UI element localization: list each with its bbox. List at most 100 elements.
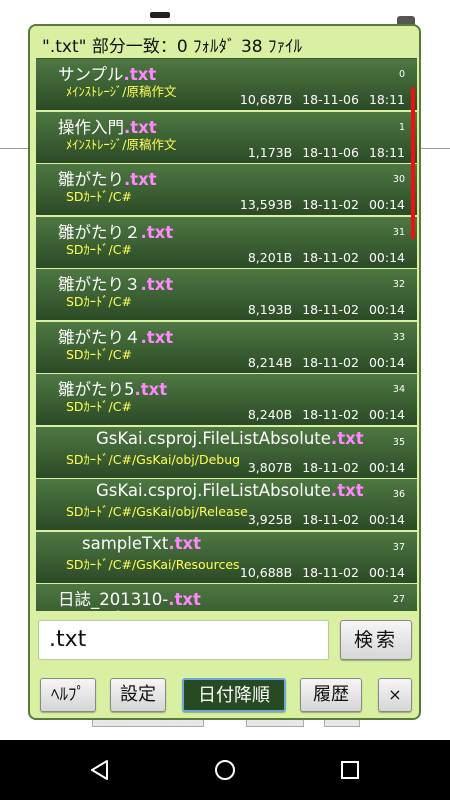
close-button[interactable]: × [378,678,412,712]
file-list-item[interactable]: GsKai.csproj.FileListAbsolute.txt SDｶｰﾄﾞ/… [36,479,417,530]
file-size: 3,925B [247,512,293,527]
file-info: 8,201B 18-11-02 00:14 [248,250,405,265]
file-date: 18-11-02 [302,407,359,422]
file-list-item[interactable]: 雛がたり２.txt SDｶｰﾄﾞ/C# 31 8,201B 18-11-02 00:14 [36,216,417,268]
file-extension: .txt [134,380,168,399]
file-size: 8,214B [247,354,293,370]
dialog-title: ".txt" 部分一致：0 ﾌｫﾙﾀﾞ 38 ﾌｧｲﾙ [42,37,302,57]
settings-button[interactable]: 設定 [110,678,166,712]
file-date: 18-11-02 [302,197,359,212]
file-list-item[interactable]: 日誌_201310-.txtﾒｲﾝｽﾄﾚｰｼﾞ/2427 [36,584,417,611]
file-time: 00:14 [368,407,405,422]
file-extension: .txt [168,533,201,553]
back-icon[interactable] [88,758,112,782]
file-date: 18-11-02 [302,302,359,317]
android-navigation-bar [0,740,450,800]
file-location: SDｶｰﾄﾞ/C#/GsKai/obj/Debug [66,451,241,467]
file-info: 13,593B 18-11-02 00:14 [240,197,405,212]
recents-icon[interactable] [338,758,362,782]
file-basename: sampleTxt [82,533,169,553]
file-size: 13,593B [239,197,293,212]
file-search-dialog: ".txt" 部分一致：0 ﾌｫﾙﾀﾞ 38 ﾌｧｲﾙ サンプル.txt ﾒｲﾝｽ… [28,24,421,720]
file-info: 8,240B 18-11-02 00:14 [248,407,405,422]
file-extension: .txt [330,428,364,448]
scrollbar[interactable] [411,87,415,239]
file-info: 10,687B 18-11-06 18:11 [240,92,405,107]
file-extension: .txt [140,275,174,294]
file-index: 27 [392,594,405,605]
file-size: 8,201B [247,249,293,265]
file-index: 33 [392,331,405,343]
file-date: 18-11-02 [302,512,359,527]
file-size: 10,688B [239,564,293,580]
file-info: 3,807B 18-11-02 00:14 [248,460,405,475]
file-location: SDｶｰﾄﾞ/C# [66,189,132,204]
file-date: 18-11-02 [302,354,359,370]
file-extension: .txt [330,481,364,500]
file-index: 34 [392,384,405,395]
file-info: 8,214B 18-11-02 00:14 [248,355,405,370]
file-time: 00:14 [368,512,405,527]
search-input[interactable]: .txt [38,620,329,660]
file-basename: GsKai.csproj.FileListAbsolute [96,428,331,448]
file-time: 00:14 [368,354,405,370]
file-date: 18-11-06 [302,144,359,160]
file-list-item[interactable]: GsKai.csproj.FileListAbsolute.txt SDｶｰﾄﾞ/… [36,426,417,478]
file-time: 18:11 [368,92,405,107]
file-info: 10,688B 18-11-02 00:14 [240,565,405,580]
file-date: 18-11-02 [302,459,359,475]
file-list-item[interactable]: 雛がたり5.txt SDｶｰﾄﾞ/C# 34 8,240B 18-11-02 00:14 [36,374,417,425]
file-location: ﾒｲﾝｽﾄﾚｰｼﾞ/24 [66,606,142,611]
file-list-item[interactable]: 雛がたり３.txt SDｶｰﾄﾞ/C# 32 8,193B 18-11-02 00:14 [36,269,417,320]
file-location: SDｶｰﾄﾞ/C# [66,399,132,414]
file-location: SDｶｰﾄﾞ/C# [66,241,132,257]
file-location: SDｶｰﾄﾞ/C#/GsKai/Resources [66,556,240,572]
file-extension: .txt [140,222,174,242]
file-info: 1,173B 18-11-06 18:11 [248,145,405,160]
file-info: 3,925B 18-11-02 00:14 [248,512,405,527]
file-list-item[interactable]: 操作入門.txt ﾒｲﾝｽﾄﾚｰｼﾞ/原稿作文 1 1,173B 18-11-06 18:… [36,111,417,163]
file-info: 8,193B 18-11-02 00:14 [248,302,405,317]
file-list[interactable]: サンプル.txt ﾒｲﾝｽﾄﾚｰｼﾞ/原稿作文 0 10,687B 18-11-06 18… [36,58,417,611]
file-list-item[interactable]: 雛がたり.txt SDｶｰﾄﾞ/C# 30 13,593B 18-11-02 00:14 [36,164,417,215]
sort-date-desc-button[interactable]: 日付降順 [182,678,286,712]
file-location: ﾒｲﾝｽﾄﾚｰｼﾞ/原稿作文 [66,84,177,99]
file-list-item[interactable]: サンプル.txt ﾒｲﾝｽﾄﾚｰｼﾞ/原稿作文 0 10,687B 18-11-06 18… [36,59,417,110]
file-name: GsKai.csproj.FileListAbsolute.txt [96,429,364,448]
file-list-item[interactable]: 雛がたり４.txt SDｶｰﾄﾞ/C# 33 8,214B 18-11-02 00:14 [36,321,417,373]
file-size: 8,193B [247,302,293,317]
file-time: 00:14 [368,302,405,317]
file-size: 1,173B [247,144,293,160]
history-button[interactable]: 履歴 [300,678,362,712]
file-list-item[interactable]: sampleTxt.txt SDｶｰﾄﾞ/C#/GsKai/Resources 37… [36,531,417,583]
file-location: SDｶｰﾄﾞ/C# [66,294,132,309]
file-index: 31 [392,226,405,238]
file-time: 00:14 [368,459,405,475]
file-size: 10,687B [239,92,293,107]
file-time: 18:11 [368,144,405,160]
background-element [150,12,170,18]
file-location: SDｶｰﾄﾞ/C# [66,346,132,362]
file-date: 18-11-06 [302,92,359,107]
file-location: SDｶｰﾄﾞ/C#/GsKai/obj/Release [66,504,248,519]
search-button[interactable]: 検索 [340,620,412,660]
home-icon[interactable] [213,758,237,782]
file-index: 37 [392,541,405,553]
background-divider [421,148,450,149]
file-extension: .txt [168,590,201,609]
file-date: 18-11-02 [302,249,359,265]
file-time: 00:14 [368,249,405,265]
file-extension: .txt [140,327,174,347]
help-button[interactable]: ﾍﾙﾌﾟ [40,678,96,712]
file-index: 35 [392,436,405,448]
file-index: 0 [398,69,405,80]
file-size: 8,240B [247,407,293,422]
file-location: ﾒｲﾝｽﾄﾚｰｼﾞ/原稿作文 [66,136,177,152]
background-divider [0,148,28,149]
file-size: 3,807B [247,459,293,475]
file-index: 1 [398,121,405,133]
file-index: 32 [392,279,405,290]
file-index: 36 [392,489,405,500]
file-date: 18-11-02 [302,564,359,580]
file-index: 30 [392,174,405,185]
